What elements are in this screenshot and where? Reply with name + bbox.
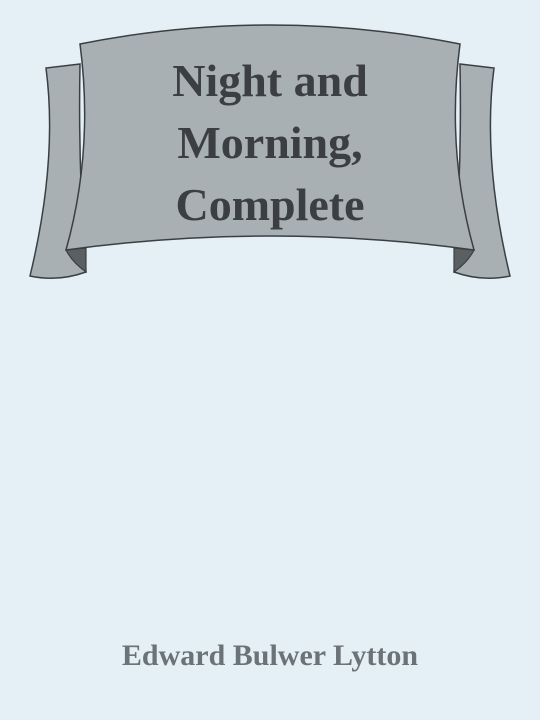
book-title-line-1: Night and — [172, 55, 368, 106]
book-title-line-2: Morning, — [177, 117, 363, 168]
book-author: Edward Bulwer Lytton — [121, 639, 419, 672]
book-title: Night and Morning, Complete — [110, 50, 430, 236]
book-title-line-3: Complete — [175, 179, 365, 230]
book-cover: Night and Morning, Complete Edward Bulwe… — [0, 0, 540, 720]
